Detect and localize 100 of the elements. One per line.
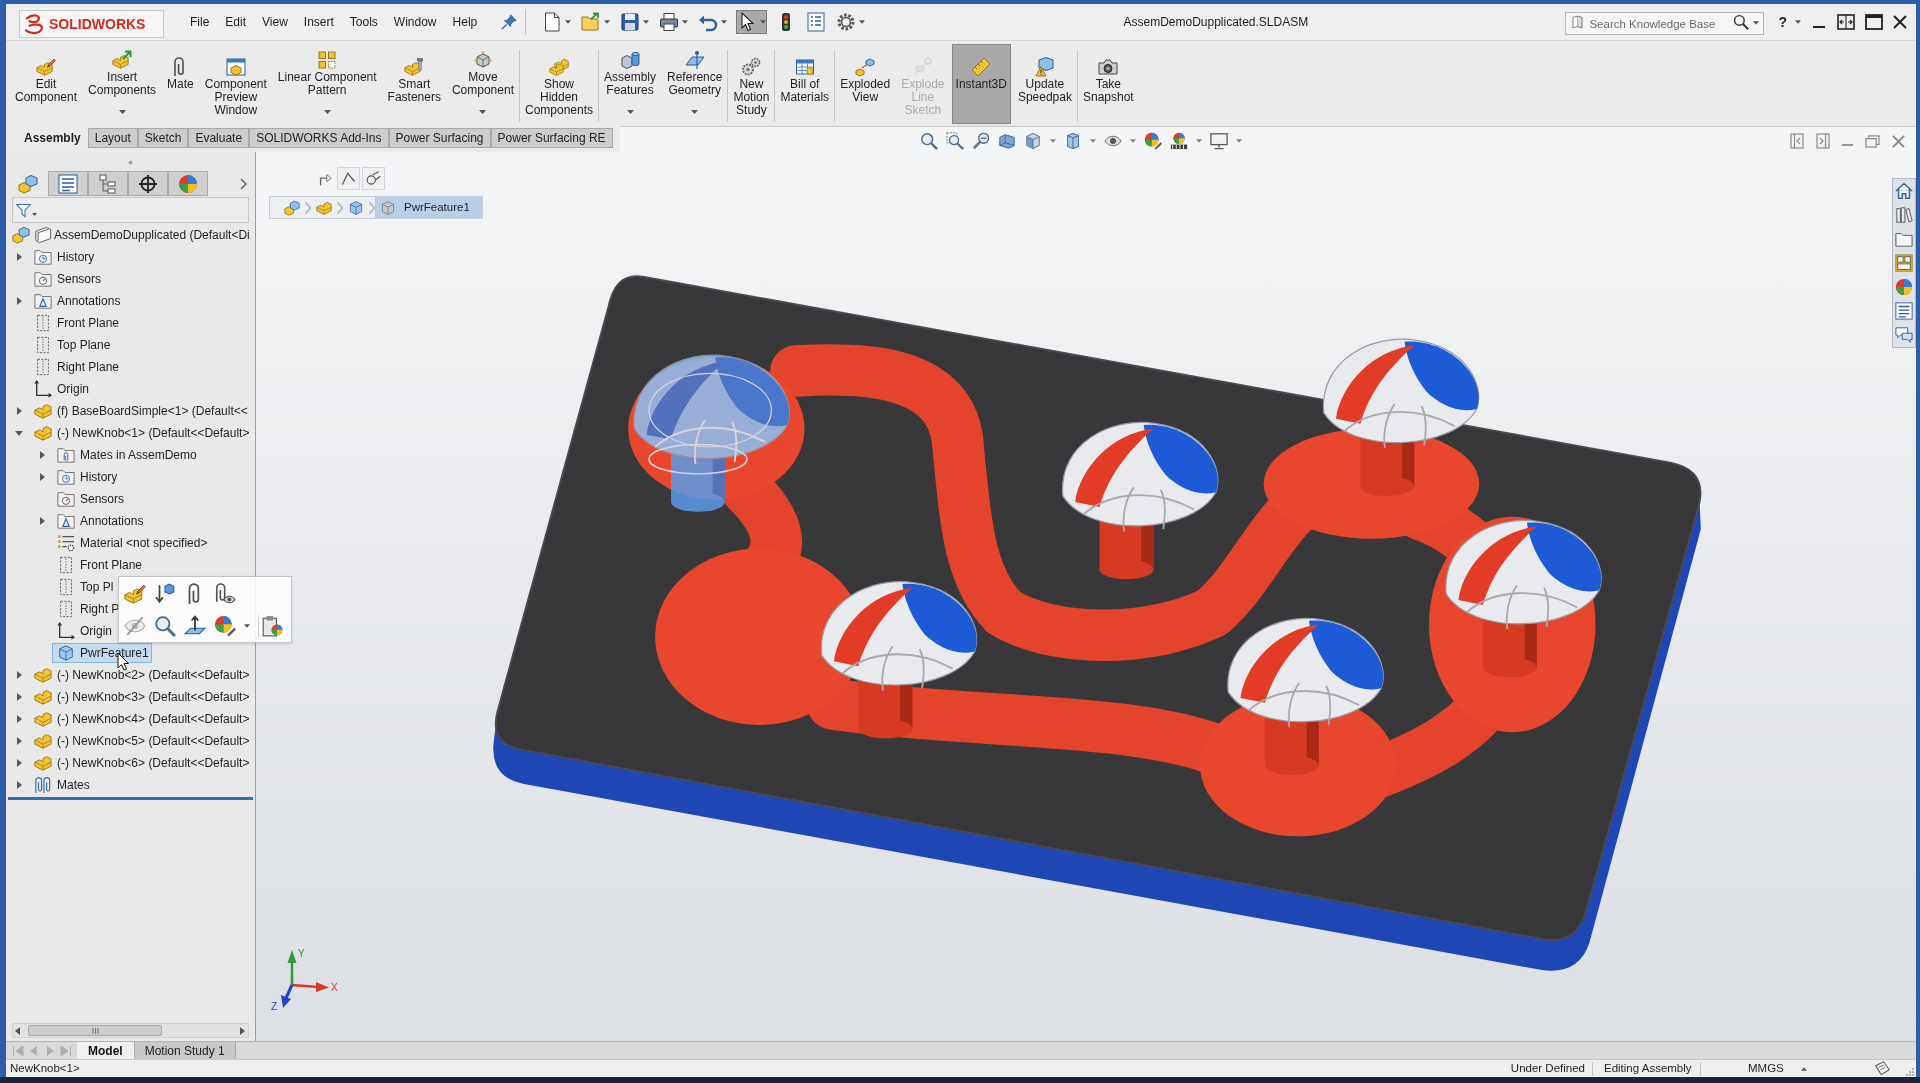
command-button[interactable]: Bill of Materials [776, 44, 834, 124]
zoom-arrow-icon[interactable] [972, 132, 990, 150]
part-pencil-icon[interactable] [124, 582, 146, 605]
command-button[interactable]: Mate [163, 44, 198, 124]
menu-item[interactable]: View [254, 13, 296, 31]
command-button[interactable]: Move Component [447, 44, 518, 124]
command-button[interactable]: Linear Component Pattern [273, 44, 381, 124]
maximize-icon[interactable] [1865, 14, 1883, 30]
caret-right-icon[interactable] [16, 253, 22, 261]
tree-item[interactable]: Sensors [29, 269, 105, 289]
filter-field[interactable] [12, 197, 249, 223]
caret-down-icon[interactable] [1795, 20, 1801, 24]
magnifier-icon[interactable] [920, 132, 938, 150]
color-ball-pencil-icon[interactable] [214, 614, 236, 637]
sketch-tool-button[interactable] [337, 167, 360, 190]
caret-up-icon[interactable] [1801, 1066, 1807, 1071]
menu-item[interactable]: Help [444, 13, 486, 31]
units-field[interactable]: MMGS [1748, 1059, 1784, 1078]
panel-tab[interactable] [128, 171, 168, 196]
tree-item[interactable]: AssemDemoDupplicated (Default<Di [7, 225, 252, 245]
menu-item[interactable]: Window [385, 13, 445, 31]
paperclip-eye-icon[interactable] [214, 582, 236, 605]
scrollbar-thumb[interactable] [28, 1025, 162, 1036]
caret-right-icon[interactable] [16, 781, 22, 789]
tree-item[interactable]: Mates in AssemDemo [52, 445, 200, 465]
search-icon[interactable] [1733, 13, 1750, 30]
command-button[interactable]: Exploded View [836, 44, 895, 124]
chat-icon[interactable] [1895, 326, 1913, 344]
command-button[interactable]: Take Snapshot [1078, 44, 1138, 124]
search-field[interactable]: Search Knowledge Base [1565, 12, 1765, 35]
down-arrow-cube-icon[interactable] [154, 582, 176, 605]
command-button[interactable]: Assembly Features [600, 44, 661, 124]
caret-right-icon[interactable] [39, 517, 45, 525]
tree-item[interactable]: Front Plane [29, 313, 123, 333]
tree-item[interactable]: History [29, 247, 98, 267]
tree-item[interactable]: History [52, 467, 121, 487]
scene-ball-icon[interactable] [1170, 132, 1188, 150]
tree-item[interactable]: Origin [29, 379, 92, 399]
command-tab[interactable]: Evaluate [188, 128, 250, 148]
caret-right-icon[interactable] [39, 473, 45, 481]
breadcrumb-item[interactable]: PwrFeature1 [375, 197, 482, 218]
caret-right-icon[interactable] [16, 693, 22, 701]
magnifier-icon[interactable] [154, 614, 176, 637]
tree-item[interactable]: Material <not specified> [52, 533, 211, 553]
command-tab[interactable]: Power Surfacing [388, 128, 491, 148]
caret-down-icon[interactable] [1236, 139, 1242, 143]
books-icon[interactable] [1895, 206, 1913, 224]
caret-down-icon[interactable] [1050, 139, 1056, 143]
toolbar-button[interactable] [619, 10, 651, 34]
caret-down-icon[interactable] [244, 623, 250, 628]
command-tab[interactable]: Sketch [137, 128, 189, 148]
tree-item[interactable]: Top Plane [29, 335, 114, 355]
close-icon[interactable] [1893, 15, 1907, 29]
turn-arrow-icon[interactable] [318, 171, 332, 186]
home-icon[interactable] [1895, 182, 1913, 200]
caret-right-icon[interactable] [16, 715, 22, 723]
tree-item[interactable]: (f) BaseBoardSimple<1> (Default<< [29, 401, 251, 421]
caret-right-icon[interactable] [16, 297, 22, 305]
tree-item[interactable]: Right Plane [29, 357, 123, 377]
tree-item[interactable]: (-) NewKnob<5> (Default<<Default> [29, 731, 253, 751]
menu-item[interactable]: Tools [341, 13, 386, 31]
command-button[interactable]: Reference Geometry [663, 44, 727, 124]
command-tab[interactable]: Power Surfacing RE [490, 128, 613, 148]
color-ball-pencil-icon[interactable] [1144, 132, 1162, 150]
caret-right-icon[interactable] [16, 671, 22, 679]
tree-item[interactable]: PwrFeature1 [52, 643, 152, 663]
caret-down-icon[interactable] [15, 430, 23, 436]
help-button[interactable]: ? [1778, 14, 1787, 30]
color-ball-icon[interactable] [1895, 278, 1913, 296]
command-button[interactable]: Show Hidden Components [520, 44, 597, 124]
bottom-tab[interactable]: Motion Study 1 [133, 1042, 236, 1059]
tree-item[interactable]: (-) NewKnob<2> (Default<<Default> [29, 665, 253, 685]
tree-item[interactable]: (-) NewKnob<1> (Default<<Default> [29, 423, 253, 443]
command-button[interactable]: Edit Component [11, 44, 82, 124]
tree-item[interactable]: Mates [29, 775, 93, 795]
plane-normal-icon[interactable] [184, 614, 206, 637]
folder-icon[interactable] [1895, 230, 1913, 248]
command-button[interactable]: Insert Components [84, 44, 161, 124]
bottom-tab[interactable]: Model [77, 1042, 134, 1059]
tree-item[interactable]: Annotations [29, 291, 124, 311]
menu-item[interactable]: Edit [217, 13, 255, 31]
horizontal-scrollbar[interactable] [12, 1023, 249, 1038]
scroll-left-icon[interactable] [15, 1026, 20, 1035]
command-tab[interactable]: SOLIDWORKS Add-Ins [249, 128, 389, 148]
tree-item[interactable]: Sensors [52, 489, 128, 509]
command-button[interactable]: Smart Fasteners [383, 44, 445, 124]
caret-right-icon[interactable] [16, 737, 22, 745]
command-button[interactable]: Update Speedpak [1013, 44, 1076, 124]
menu-item[interactable]: File [182, 13, 218, 31]
shaded-cube-icon[interactable] [1064, 132, 1082, 150]
tree-item[interactable]: (-) NewKnob<4> (Default<<Default> [29, 709, 253, 729]
caret-right-icon[interactable] [16, 759, 22, 767]
caret-down-icon[interactable] [1130, 139, 1136, 143]
menu-item[interactable]: Insert [295, 13, 342, 31]
command-button[interactable]: Component Preview Window [200, 44, 271, 124]
sketch-tool-button[interactable] [362, 167, 385, 190]
toolbar-button[interactable] [736, 10, 768, 34]
scroll-right-icon[interactable] [240, 1026, 245, 1035]
panel-left-icon[interactable] [1790, 133, 1804, 149]
chevron-right-icon[interactable] [240, 177, 247, 190]
